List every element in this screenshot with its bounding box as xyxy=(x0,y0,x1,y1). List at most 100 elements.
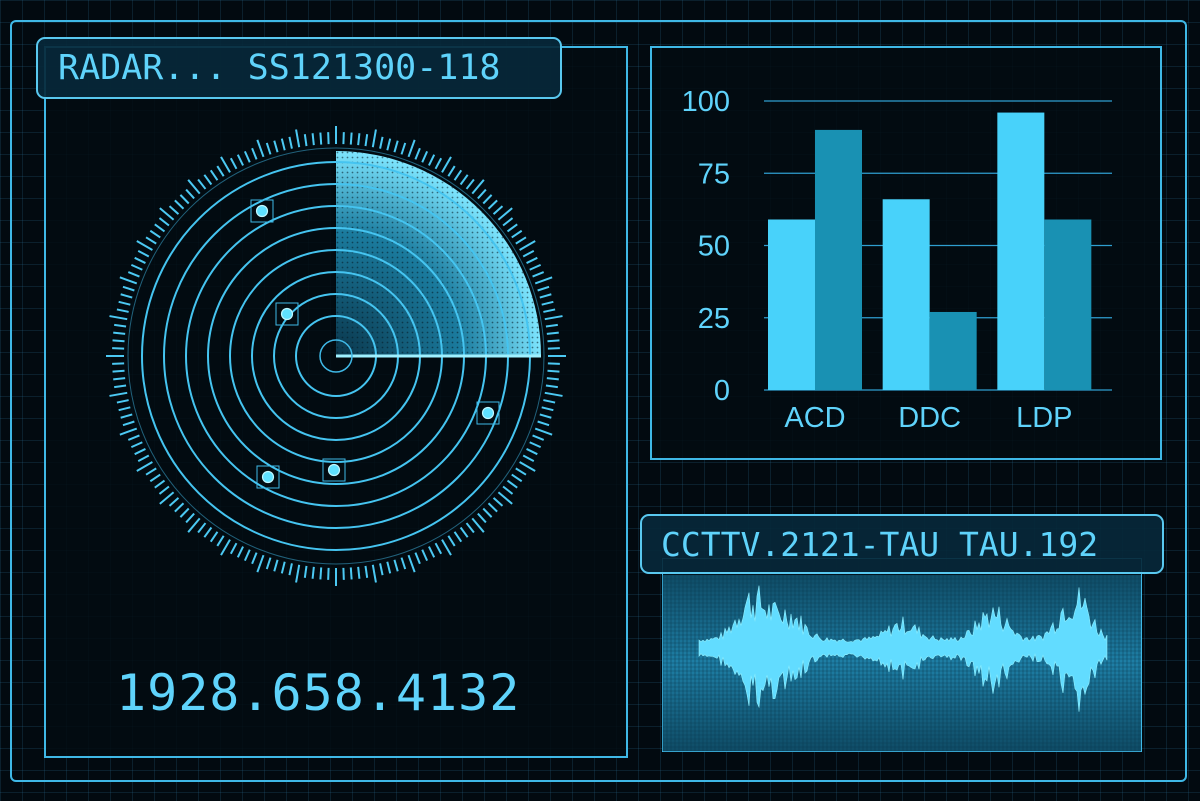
radar-bezel-tick xyxy=(471,179,485,195)
radar-bezel-tick xyxy=(295,129,301,148)
radar-bezel-tick xyxy=(447,165,456,177)
radar-bezel-tick xyxy=(145,467,157,476)
radar-bezel-tick xyxy=(168,205,180,215)
radar-bezel-tick xyxy=(459,174,469,186)
radar-bezel-tick xyxy=(537,285,550,292)
radar-bezel-tick xyxy=(546,377,559,381)
radar-bezel-tick xyxy=(537,420,550,427)
radar-bezel-tick xyxy=(471,517,485,533)
radar-bezel-tick xyxy=(256,139,265,158)
radar-bezel-tick xyxy=(386,138,392,151)
radar-bezel-tick xyxy=(393,140,399,153)
radar-bezel-tick xyxy=(428,154,436,166)
radar-bezel-tick xyxy=(109,315,128,321)
radar-bezel-tick xyxy=(487,199,498,210)
radar-bezel-tick xyxy=(229,157,238,170)
radar-bezel-tick xyxy=(220,156,231,173)
radar-bezel-tick xyxy=(154,479,166,489)
radar-bezel-tick xyxy=(127,434,140,441)
radar-bezel-tick xyxy=(506,479,518,489)
radar-bezel-tick xyxy=(243,549,251,562)
radar-bezel-tick xyxy=(209,169,219,181)
cctv-title-box: CCTTV.2121-TAU TAU.192 xyxy=(640,514,1164,574)
radar-bezel-tick xyxy=(539,413,552,419)
chart-y-tick-label: 25 xyxy=(698,303,730,335)
radar-bezel-tick xyxy=(256,554,265,573)
radar-bezel-tick xyxy=(311,566,315,579)
radar-bezel-tick xyxy=(511,473,523,483)
chart-bar-ldp-series-1 xyxy=(997,112,1045,390)
radar-bezel-tick xyxy=(112,369,125,373)
radar-bezel-tick xyxy=(120,413,133,419)
radar-bezel-tick xyxy=(349,132,353,145)
radar-bezel-tick xyxy=(203,174,213,186)
radar-bezel-tick xyxy=(159,207,175,221)
radar-bezel-tick xyxy=(519,240,536,251)
radar-bezel-tick xyxy=(251,147,258,160)
chart-y-tick-label: 75 xyxy=(698,158,730,190)
radar-title-box: RADAR... SS121300-118 xyxy=(36,37,562,99)
radar-bezel-tick xyxy=(145,236,157,245)
radar-bezel-tick xyxy=(209,531,219,543)
radar-bezel-tick xyxy=(288,136,293,149)
radar-bezel-tick xyxy=(543,399,556,404)
radar-bezel-tick xyxy=(220,539,231,556)
chart-x-tick-label: LDP xyxy=(1016,402,1072,434)
radar-bezel-tick xyxy=(522,454,535,463)
chart-bar-acd-series-1 xyxy=(768,219,815,390)
radar-bezel-tick xyxy=(400,142,407,155)
chart-x-tick-label: ACD xyxy=(784,402,845,434)
radar-bezel-tick xyxy=(434,542,443,555)
radar-bezel-tick xyxy=(122,285,135,292)
radar-scope xyxy=(106,126,566,586)
radar-bezel-tick xyxy=(522,249,535,258)
radar-bezel-tick xyxy=(120,293,133,299)
radar-bezel-tick xyxy=(534,427,553,436)
radar-bezel-tick xyxy=(544,391,563,397)
radar-bezel-tick xyxy=(386,561,392,574)
radar-bezel-tick xyxy=(526,256,538,264)
radar-bezel-tick xyxy=(216,535,225,547)
radar-bezel-tick xyxy=(149,229,161,239)
radar-bezel-tick xyxy=(187,179,201,195)
radar-bezel-tick xyxy=(526,448,538,456)
radar-bezel-tick xyxy=(130,441,143,449)
radar-bezel-tick xyxy=(545,323,558,328)
radar-bezel-tick xyxy=(364,134,369,147)
radar-bezel-tick xyxy=(273,559,279,572)
radar-bezel-tick xyxy=(506,223,518,233)
radar-bezel-tick xyxy=(118,406,131,412)
radar-bezel-tick xyxy=(465,178,475,190)
radar-bezel-tick xyxy=(295,564,301,583)
chart-bar-ddc-series-1 xyxy=(882,199,930,390)
radar-bezel-tick xyxy=(414,552,421,565)
radar-bezel-tick xyxy=(154,223,166,233)
radar-bezel-tick xyxy=(482,507,493,518)
radar-bezel-tick xyxy=(393,559,399,572)
radar-bezel-tick xyxy=(434,157,443,170)
radar-bezel-tick xyxy=(114,384,127,389)
radar-bezel-tick xyxy=(130,263,143,271)
radar-bezel-tick xyxy=(187,517,201,533)
radar-bezel-tick xyxy=(441,539,452,556)
radar-bezel-tick xyxy=(407,554,416,573)
radar-bezel-tick xyxy=(137,249,150,258)
radar-bezel-tick xyxy=(543,308,556,313)
radar-bezel-tick xyxy=(492,497,504,507)
radar-bezel-tick xyxy=(502,217,514,227)
radar-bezel-tick xyxy=(532,434,545,441)
radar-bezel-tick xyxy=(113,331,126,335)
radar-bezel-tick xyxy=(303,134,308,147)
radar-bezel-tick xyxy=(203,526,213,538)
radar-bezel-tick xyxy=(122,420,135,427)
radar-bezel-tick xyxy=(280,561,286,574)
radar-bezel-tick xyxy=(174,199,185,210)
chart-bar-ddc-series-2 xyxy=(929,311,977,390)
radar-bezel-tick xyxy=(185,188,195,200)
radar-bezel-tick xyxy=(174,502,185,513)
radar-bezel-tick xyxy=(158,485,170,495)
radar-bezel-tick xyxy=(112,339,125,343)
chart-y-tick-label: 50 xyxy=(698,231,730,263)
radar-bezel-tick xyxy=(159,491,175,505)
chart-bar-ldp-series-2 xyxy=(1044,219,1092,390)
